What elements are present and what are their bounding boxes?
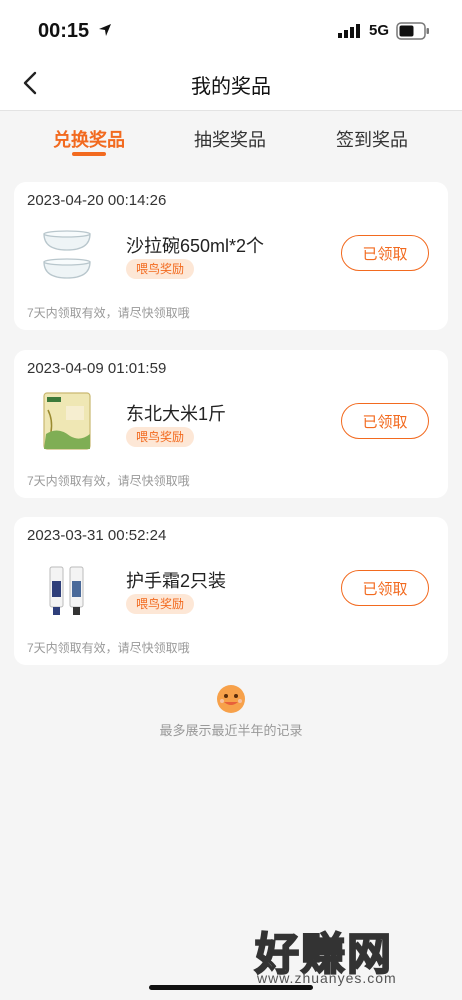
prize-tag: 喂鸟奖励 [126,259,195,279]
watermark-url: www.zhuanyes.com [257,970,397,986]
prize-date: 2023-04-09 01:01:59 [27,360,167,377]
prize-note: 7天内领取有效，请尽快领取哦 [27,474,190,488]
active-tab-indicator [72,152,106,156]
prize-name: 护手霜2只装 [126,571,227,591]
page-title: 我的奖品 [191,76,271,98]
status-time: 00:15 [38,20,90,42]
prize-card: 2023-04-09 01:01:59 东北大米1斤 喂鸟奖励 已领取 7天内领… [14,350,448,498]
location-arrow-icon [99,24,111,36]
claimed-button[interactable]: 已领取 [341,570,429,606]
prize-tag: 喂鸟奖励 [126,427,195,447]
cellular-signal-icon [338,24,360,38]
claimed-button[interactable]: 已领取 [341,235,429,271]
prize-name: 东北大米1斤 [126,404,227,424]
prize-tabs: 兑换奖品 抽奖奖品 签到奖品 [0,111,462,165]
prize-note: 7天内领取有效，请尽快领取哦 [27,641,190,655]
prize-date: 2023-03-31 00:52:24 [27,527,167,544]
prize-tag: 喂鸟奖励 [126,594,195,614]
rice-bag-icon [43,392,91,450]
status-bar: 00:15 5G [0,0,462,62]
prize-date: 2023-04-20 00:14:26 [27,192,167,209]
tab-exchange-prizes[interactable]: 兑换奖品 [53,126,125,152]
claimed-button[interactable]: 已领取 [341,403,429,439]
network-type: 5G [369,22,390,39]
hand-cream-tubes-icon [49,566,84,615]
prize-card: 2023-03-31 00:52:24 护手霜2只装 喂鸟奖励 已领取 7天内领… [14,517,448,665]
glass-bowls-icon [43,230,91,279]
history-note: 最多展示最近半年的记录 [159,723,303,738]
prize-note: 7天内领取有效，请尽快领取哦 [27,306,190,320]
mascot-icon [217,685,245,713]
nav-bar: 我的奖品 [0,62,462,111]
prize-card: 2023-04-20 00:14:26 沙拉碗650ml*2个 喂鸟奖励 已领取… [14,182,448,330]
tab-lottery-prizes[interactable]: 抽奖奖品 [194,126,266,152]
prize-name: 沙拉碗650ml*2个 [126,236,265,256]
watermark: 好赚网 www.zhuanyes.com [254,918,455,988]
tab-checkin-prizes[interactable]: 签到奖品 [336,126,408,152]
home-indicator [149,985,313,990]
battery-icon [396,22,429,40]
